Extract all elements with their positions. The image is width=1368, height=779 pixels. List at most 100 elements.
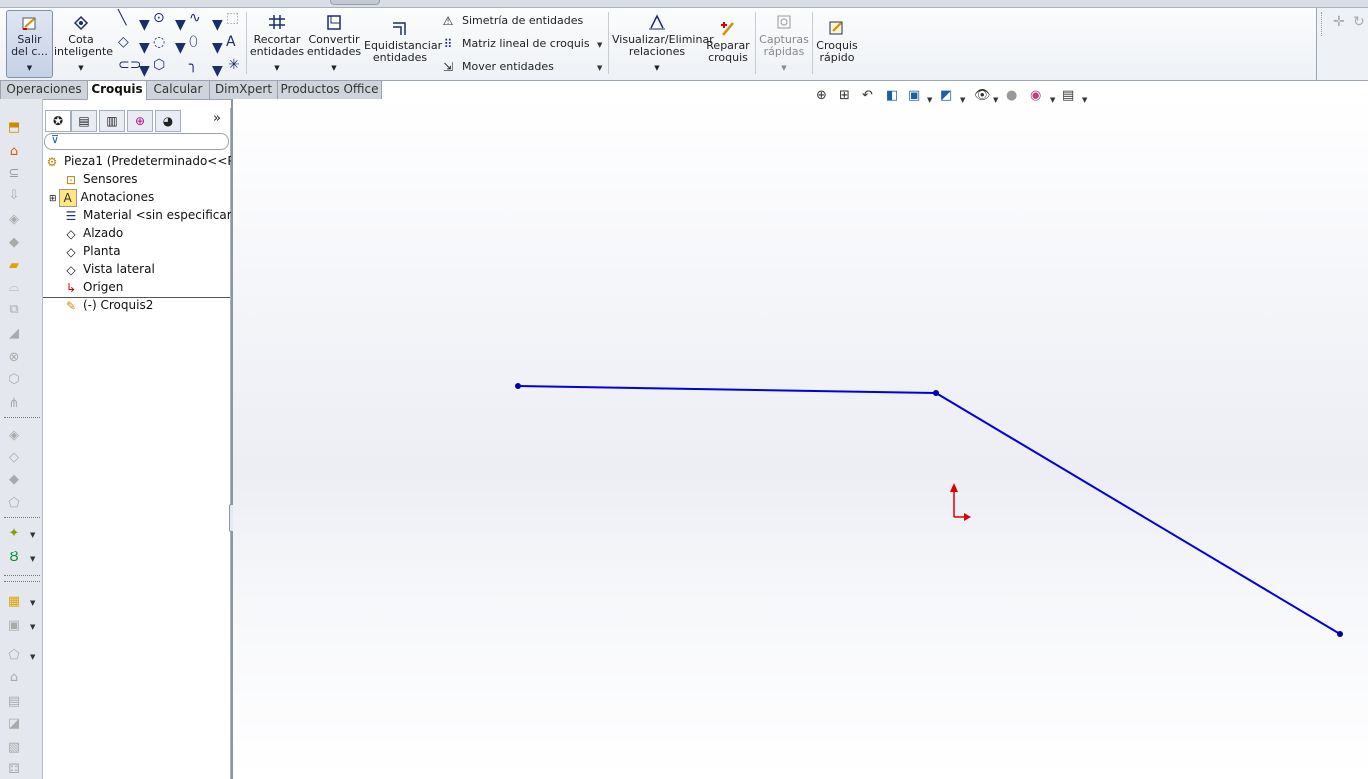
sketch-line-2[interactable] xyxy=(935,392,1341,635)
fillet-icon[interactable]: ╮ xyxy=(189,58,197,72)
view-settings-icon[interactable]: ▤ xyxy=(1062,88,1074,104)
quick-sketch-button[interactable]: Croquis rápido xyxy=(814,18,860,64)
solid-icon[interactable]: ⬠ xyxy=(5,647,23,665)
rectangle-icon[interactable]: ◇ xyxy=(118,35,129,49)
snaps-dropdown-icon[interactable]: ▼ xyxy=(758,62,810,74)
display-tab-icon[interactable]: ◕ xyxy=(155,110,181,132)
surface-icon[interactable]: ▣ xyxy=(5,617,23,635)
view-settings-dropdown-icon[interactable]: ▼ xyxy=(1082,92,1087,108)
property-tab-icon[interactable]: ▤ xyxy=(71,110,97,132)
dimxpert-tab-icon[interactable]: ⊕ xyxy=(127,110,153,132)
circle-icon[interactable]: ⊙ xyxy=(153,11,165,25)
previous-view-icon[interactable]: ↶ xyxy=(862,88,873,104)
hole-icon[interactable]: ⊗ xyxy=(5,349,23,367)
tab-dimxpert[interactable]: DimXpert xyxy=(209,80,278,100)
line-icon[interactable]: ╲ xyxy=(118,11,126,25)
tree-filter-input[interactable]: ⊽ xyxy=(44,133,229,150)
reference-dropdown-icon[interactable]: ▼ xyxy=(30,531,35,539)
extrude-icon[interactable]: ⬒ xyxy=(5,119,23,137)
orbit-icon[interactable]: ↻ xyxy=(1353,14,1365,30)
text-icon[interactable]: A xyxy=(226,35,236,49)
loft-icon[interactable]: ⇩ xyxy=(5,187,23,205)
mold-icon[interactable]: ⌂ xyxy=(5,669,23,687)
display-delete-relations-button[interactable]: Visualizar/Eliminar relaciones ▼ xyxy=(612,12,714,74)
intersect-icon[interactable]: ▧ xyxy=(5,739,23,757)
tab-operaciones[interactable]: Operaciones xyxy=(0,80,88,100)
expand-icon[interactable]: ⊞ xyxy=(49,194,57,204)
rectangle-dropdown-icon[interactable]: ▼ xyxy=(139,41,150,55)
display-style-dropdown-icon[interactable]: ▼ xyxy=(960,92,965,108)
spline-dropdown-icon[interactable]: ▼ xyxy=(212,18,223,32)
line-dropdown-icon[interactable]: ▼ xyxy=(139,18,150,32)
sweep-icon[interactable]: ⊆ xyxy=(5,165,23,183)
trim-entities-button[interactable]: Recortar entidades ▼ xyxy=(249,12,305,74)
mirror-entities-button[interactable]: ⚠ Simetría de entidades xyxy=(440,14,584,28)
tab-croquis[interactable]: Croquis xyxy=(87,80,147,100)
surface-dropdown-icon[interactable]: ▼ xyxy=(30,623,35,631)
repair-sketch-button[interactable]: Reparar croquis xyxy=(704,18,752,64)
linear-pattern-button[interactable]: ⠿ Matriz lineal de croquis xyxy=(440,37,590,51)
hide-show-dropdown-icon[interactable]: ▼ xyxy=(993,92,998,108)
spline-icon[interactable]: ∿ xyxy=(189,11,201,25)
plane-icon[interactable]: ▰ xyxy=(5,257,23,275)
shell-icon[interactable]: ⬡ xyxy=(5,371,23,389)
hide-show-icon[interactable]: 👁 xyxy=(974,88,991,104)
view-orientation-dropdown-icon[interactable]: ▼ xyxy=(927,92,932,108)
flex-icon[interactable]: ◆ xyxy=(5,471,23,489)
solid-dropdown-icon[interactable]: ▼ xyxy=(30,653,35,661)
boundary-icon[interactable]: ◈ xyxy=(5,211,23,229)
tree-item-sensores[interactable]: ⊡ Sensores xyxy=(63,170,138,188)
appearance-icon[interactable]: ● xyxy=(1006,88,1017,104)
tree-item-vista-lateral[interactable]: ◇ Vista lateral xyxy=(63,260,154,278)
tree-item-alzado[interactable]: ◇ Alzado xyxy=(63,224,123,242)
slot-icon[interactable]: ⊂⊃ xyxy=(118,58,141,72)
quick-snaps-button[interactable]: Capturas rápidas ▼ xyxy=(758,12,810,74)
combine-icon[interactable]: ◪ xyxy=(5,715,23,733)
section-view-icon[interactable]: ◧ xyxy=(886,88,898,104)
polygon-icon[interactable]: ⬡ xyxy=(153,58,165,72)
config-tab-icon[interactable]: ▥ xyxy=(99,110,125,132)
tree-item-material[interactable]: ☰ Material <sin especificar> xyxy=(63,206,242,224)
move-entities-button[interactable]: ⇲ Mover entidades xyxy=(440,60,554,74)
crosshair-icon[interactable]: ✛ xyxy=(1333,14,1345,30)
smart-dimension-button[interactable]: Cota inteligente ▼ xyxy=(54,12,113,74)
scene-icon[interactable]: ◉ xyxy=(1030,88,1041,104)
exit-dropdown-icon[interactable]: ▼ xyxy=(7,62,52,74)
trim-dropdown-icon[interactable]: ▼ xyxy=(249,62,305,74)
sketch-line-1[interactable] xyxy=(517,385,937,394)
cut-icon[interactable]: ◆ xyxy=(5,234,23,252)
deform-icon[interactable]: ⬠ xyxy=(5,495,23,513)
display-style-icon[interactable]: ◩ xyxy=(940,88,952,104)
tree-item-origen[interactable]: ↳ Origen xyxy=(63,278,123,296)
collapse-panel-icon[interactable]: » xyxy=(213,111,221,126)
feature-tree-tab-icon[interactable]: ✪ xyxy=(45,110,71,132)
view-orientation-icon[interactable]: ▣ xyxy=(908,88,920,104)
tree-item-planta[interactable]: ◇ Planta xyxy=(63,242,120,260)
grid-icon[interactable]: ⬚ xyxy=(226,11,239,25)
more-tools-icon[interactable]: ⚃ xyxy=(5,761,23,779)
sketch-point[interactable] xyxy=(515,383,521,389)
circle-dropdown-icon[interactable]: ▼ xyxy=(175,18,186,32)
smart-dimension-dropdown-icon[interactable]: ▼ xyxy=(54,62,108,74)
tab-calcular[interactable]: Calcular xyxy=(146,80,210,100)
fillet-dropdown-icon[interactable]: ▼ xyxy=(212,64,223,78)
linear-pattern-dropdown-icon[interactable]: ▼ xyxy=(597,41,602,49)
relations-dropdown-icon[interactable]: ▼ xyxy=(612,62,702,74)
ellipse-icon[interactable]: ⬯ xyxy=(189,35,198,49)
offset-entities-button[interactable]: Equidistanciar entidades xyxy=(364,18,442,64)
tab-productos-office[interactable]: Productos Office xyxy=(277,80,382,100)
arc-dropdown-icon[interactable]: ▼ xyxy=(175,41,186,55)
point-icon[interactable]: ✳ xyxy=(228,58,240,72)
convert-dropdown-icon[interactable]: ▼ xyxy=(306,62,362,74)
zoom-to-fit-icon[interactable]: ⊕ xyxy=(816,88,827,104)
zoom-to-area-icon[interactable]: ⊞ xyxy=(839,88,850,104)
fillet-feature-icon[interactable]: ⌓ xyxy=(5,279,23,297)
toolbar-grip[interactable] xyxy=(1321,12,1324,36)
instant3d-dropdown-icon[interactable]: ▼ xyxy=(30,599,35,607)
ellipse-dropdown-icon[interactable]: ▼ xyxy=(212,41,223,55)
tree-item-anotaciones[interactable]: ⊞ A Anotaciones xyxy=(49,188,154,207)
convert-entities-button[interactable]: Convertir entidades ▼ xyxy=(306,12,362,74)
scene-dropdown-icon[interactable]: ▼ xyxy=(1050,92,1055,108)
move-dropdown-icon[interactable]: ▼ xyxy=(597,64,602,72)
revolve-icon[interactable]: ⌂ xyxy=(5,143,23,161)
